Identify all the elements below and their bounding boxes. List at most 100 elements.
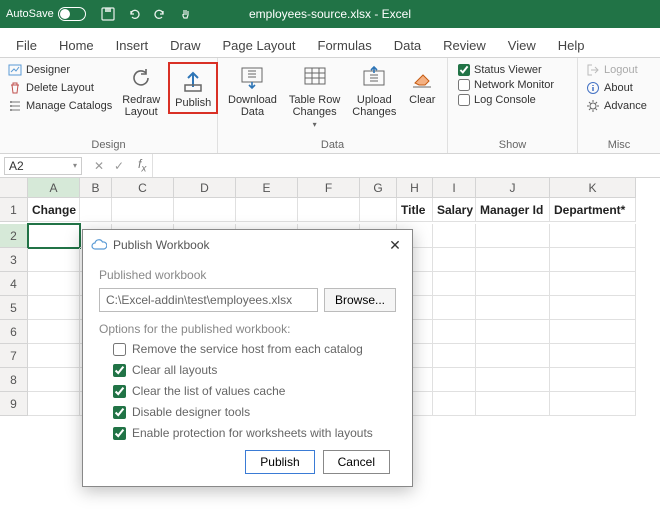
- cell-I7[interactable]: [433, 344, 476, 368]
- upload-changes-button[interactable]: Upload Changes: [348, 62, 400, 120]
- checkbox-icon[interactable]: [113, 385, 126, 398]
- advance-button[interactable]: Advance: [584, 98, 649, 114]
- check-icon[interactable]: [458, 94, 470, 106]
- dialog-publish-button[interactable]: Publish: [245, 450, 314, 474]
- cell-J8[interactable]: [476, 368, 550, 392]
- redraw-layout-button[interactable]: Redraw Layout: [118, 62, 164, 120]
- cell-I2[interactable]: [433, 224, 476, 248]
- column-header-G[interactable]: G: [360, 178, 397, 198]
- menu-file[interactable]: File: [14, 34, 39, 57]
- cell-A3[interactable]: [28, 248, 80, 272]
- dialog-option-0[interactable]: Remove the service host from each catalo…: [113, 342, 396, 356]
- cell-I8[interactable]: [433, 368, 476, 392]
- cell-K2[interactable]: [550, 224, 636, 248]
- cell-K8[interactable]: [550, 368, 636, 392]
- menu-insert[interactable]: Insert: [114, 34, 151, 57]
- menu-page-layout[interactable]: Page Layout: [221, 34, 298, 57]
- row-header-4[interactable]: 4: [0, 272, 28, 296]
- cell-K5[interactable]: [550, 296, 636, 320]
- cell-I5[interactable]: [433, 296, 476, 320]
- cell-K1[interactable]: Department*: [550, 198, 636, 222]
- checkbox-icon[interactable]: [113, 343, 126, 356]
- menu-review[interactable]: Review: [441, 34, 488, 57]
- checkbox-icon[interactable]: [113, 406, 126, 419]
- cell-K6[interactable]: [550, 320, 636, 344]
- check-icon[interactable]: [458, 79, 470, 91]
- dialog-cancel-button[interactable]: Cancel: [323, 450, 390, 474]
- undo-icon[interactable]: [126, 6, 142, 22]
- cell-A4[interactable]: [28, 272, 80, 296]
- cell-I3[interactable]: [433, 248, 476, 272]
- workbook-path-input[interactable]: [99, 288, 318, 312]
- cell-K9[interactable]: [550, 392, 636, 416]
- clear-button[interactable]: Clear: [404, 62, 440, 108]
- close-button[interactable]: ✕: [386, 236, 404, 254]
- menu-data[interactable]: Data: [392, 34, 423, 57]
- cell-I1[interactable]: Salary: [433, 198, 476, 222]
- network-monitor-checkbox[interactable]: Network Monitor: [458, 79, 554, 91]
- fx-icon[interactable]: fx: [132, 157, 152, 174]
- cell-A8[interactable]: [28, 368, 80, 392]
- cell-J3[interactable]: [476, 248, 550, 272]
- cell-K7[interactable]: [550, 344, 636, 368]
- column-header-C[interactable]: C: [112, 178, 174, 198]
- column-header-I[interactable]: I: [433, 178, 476, 198]
- cancel-icon[interactable]: ✕: [92, 159, 106, 173]
- cell-A5[interactable]: [28, 296, 80, 320]
- column-header-J[interactable]: J: [476, 178, 550, 198]
- column-header-B[interactable]: B: [80, 178, 112, 198]
- column-header-K[interactable]: K: [550, 178, 636, 198]
- autosave-toggle[interactable]: AutoSave: [6, 7, 86, 21]
- column-header-A[interactable]: A: [28, 178, 80, 198]
- menu-draw[interactable]: Draw: [168, 34, 202, 57]
- cell-J5[interactable]: [476, 296, 550, 320]
- cell-J9[interactable]: [476, 392, 550, 416]
- row-header-6[interactable]: 6: [0, 320, 28, 344]
- cell-J4[interactable]: [476, 272, 550, 296]
- cell-K4[interactable]: [550, 272, 636, 296]
- cell-A2[interactable]: [28, 224, 80, 248]
- cell-J1[interactable]: Manager Id: [476, 198, 550, 222]
- cell-J6[interactable]: [476, 320, 550, 344]
- status-viewer-checkbox[interactable]: Status Viewer: [458, 64, 554, 76]
- designer-button[interactable]: Designer: [6, 62, 114, 78]
- touch-icon[interactable]: [178, 6, 194, 22]
- cell-E1[interactable]: [236, 198, 298, 222]
- name-box[interactable]: A2 ▾: [4, 157, 82, 175]
- check-icon[interactable]: [458, 64, 470, 76]
- row-header-8[interactable]: 8: [0, 368, 28, 392]
- formula-input[interactable]: [152, 154, 660, 177]
- menu-view[interactable]: View: [506, 34, 538, 57]
- row-header-1[interactable]: 1: [0, 198, 28, 222]
- dialog-option-4[interactable]: Enable protection for worksheets with la…: [113, 426, 396, 440]
- cell-I4[interactable]: [433, 272, 476, 296]
- table-row-changes-button[interactable]: Table Row Changes ▾: [285, 62, 344, 131]
- enter-icon[interactable]: ✓: [112, 159, 126, 173]
- redo-icon[interactable]: [152, 6, 168, 22]
- column-header-H[interactable]: H: [397, 178, 433, 198]
- column-header-E[interactable]: E: [236, 178, 298, 198]
- menu-help[interactable]: Help: [556, 34, 587, 57]
- download-data-button[interactable]: Download Data: [224, 62, 281, 120]
- cell-G1[interactable]: [360, 198, 397, 222]
- cell-K3[interactable]: [550, 248, 636, 272]
- cell-A6[interactable]: [28, 320, 80, 344]
- cell-H1[interactable]: Title: [397, 198, 433, 222]
- cell-F1[interactable]: [298, 198, 360, 222]
- column-header-D[interactable]: D: [174, 178, 236, 198]
- select-all-corner[interactable]: [0, 178, 28, 198]
- dialog-option-3[interactable]: Disable designer tools: [113, 405, 396, 419]
- row-header-7[interactable]: 7: [0, 344, 28, 368]
- save-icon[interactable]: [100, 6, 116, 22]
- row-header-2[interactable]: 2: [0, 224, 28, 248]
- dialog-option-2[interactable]: Clear the list of values cache: [113, 384, 396, 398]
- about-button[interactable]: About: [584, 80, 649, 96]
- row-header-3[interactable]: 3: [0, 248, 28, 272]
- cell-A7[interactable]: [28, 344, 80, 368]
- checkbox-icon[interactable]: [113, 364, 126, 377]
- cell-I6[interactable]: [433, 320, 476, 344]
- browse-button[interactable]: Browse...: [324, 288, 396, 312]
- cell-B1[interactable]: [80, 198, 112, 222]
- cell-I9[interactable]: [433, 392, 476, 416]
- cell-J2[interactable]: [476, 224, 550, 248]
